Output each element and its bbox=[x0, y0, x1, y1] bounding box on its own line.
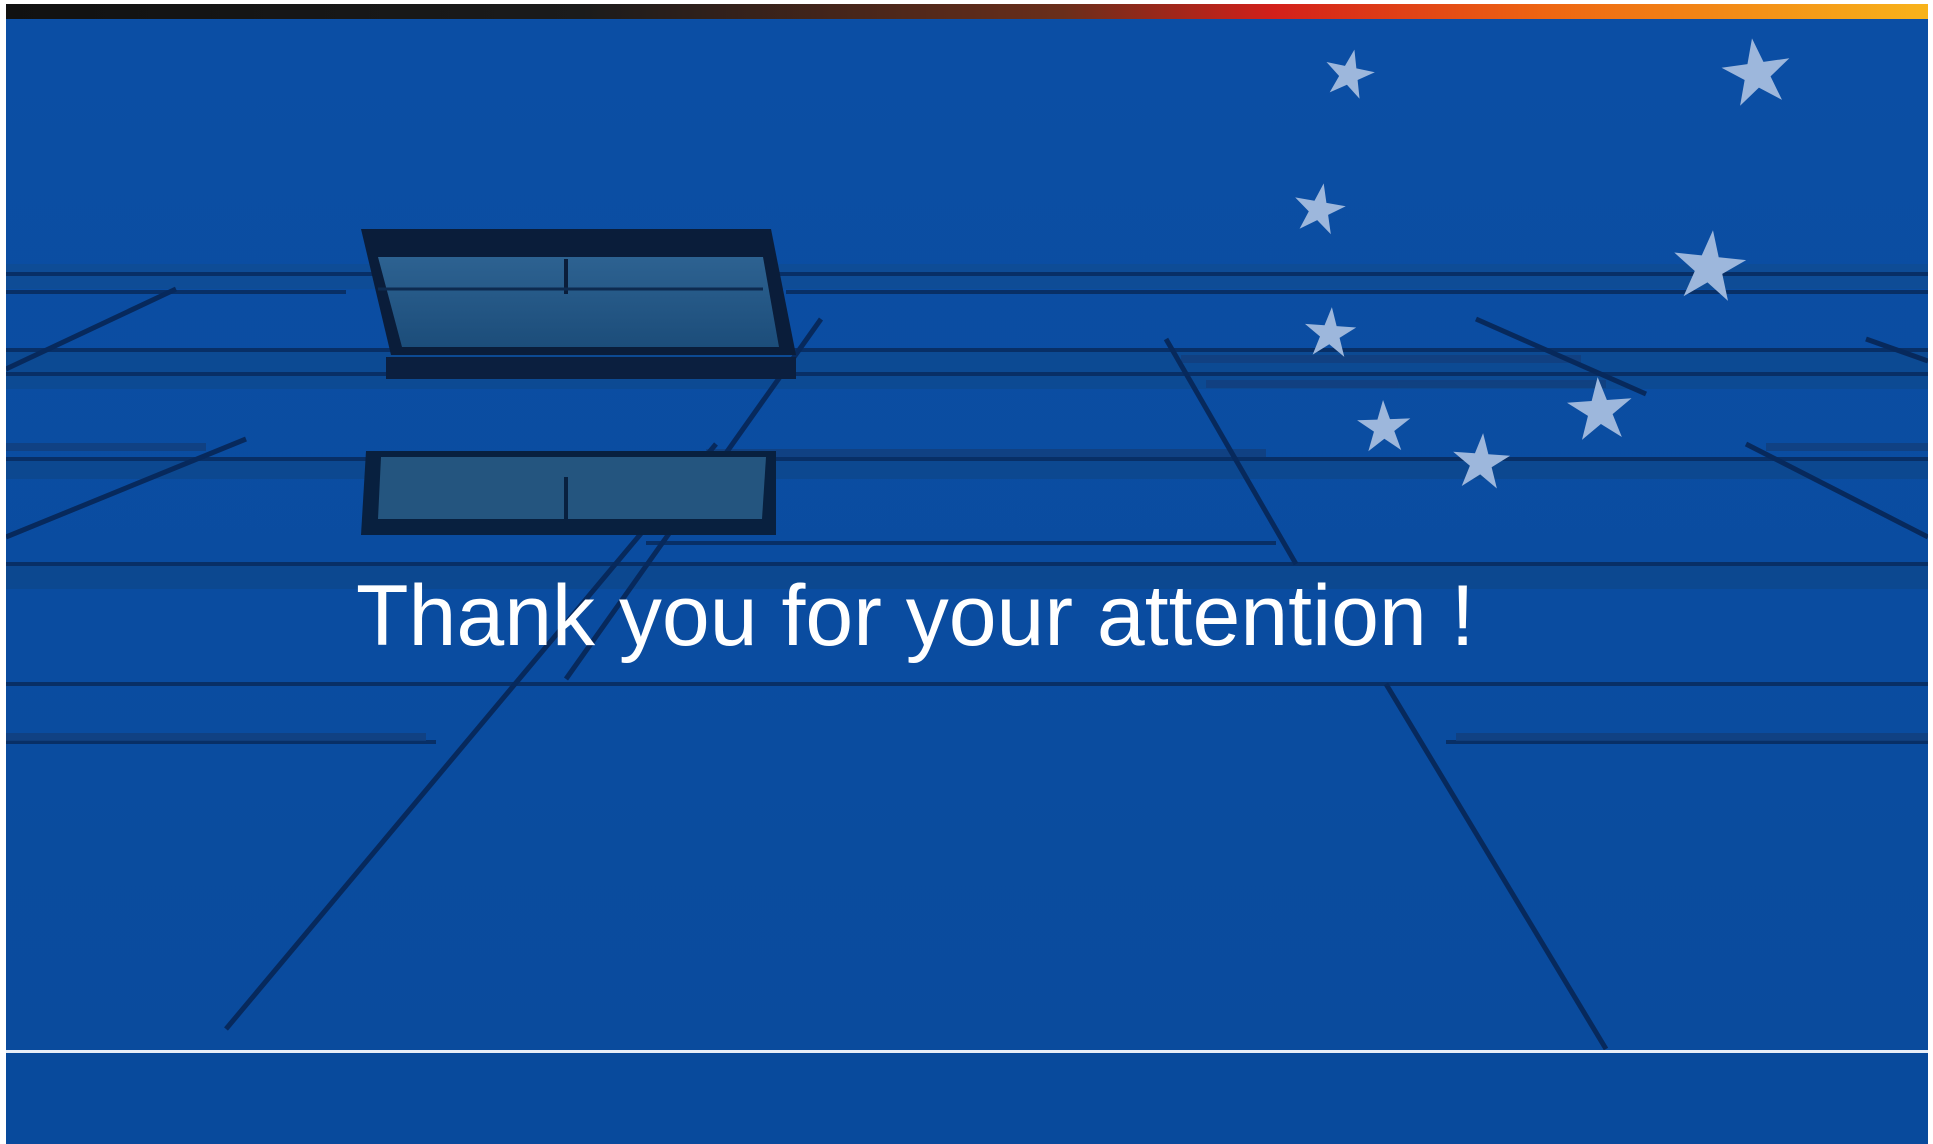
decorative-stars bbox=[6, 19, 1928, 1054]
star-icon bbox=[1718, 33, 1795, 108]
star-icon bbox=[1302, 305, 1358, 358]
star-icon bbox=[1289, 178, 1349, 236]
star-icon bbox=[1669, 226, 1749, 303]
star-icon bbox=[1356, 399, 1412, 452]
slide: Thank you for your attention ! bbox=[6, 4, 1928, 1144]
slide-headline: Thank you for your attention ! bbox=[356, 568, 1475, 664]
top-color-strip bbox=[6, 4, 1928, 19]
footer-band bbox=[6, 1053, 1928, 1144]
star-icon bbox=[1565, 374, 1635, 441]
star-icon bbox=[1320, 44, 1379, 101]
star-icon bbox=[1450, 431, 1512, 490]
